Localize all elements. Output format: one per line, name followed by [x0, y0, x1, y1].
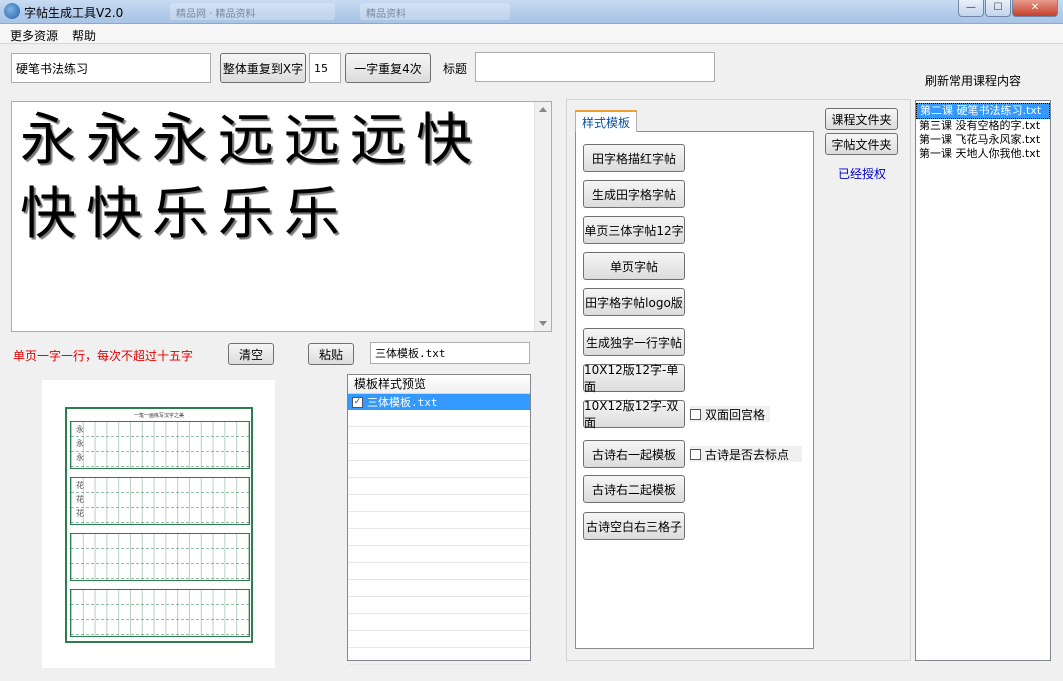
poem-remove-punctuation-label: 古诗是否去标点	[705, 447, 790, 462]
grid-block	[70, 533, 250, 581]
menu-bar: 更多资源 帮助	[0, 24, 1063, 44]
grid-sample-char: 花	[76, 481, 84, 490]
character-editor[interactable]: 永永永远远远快快快乐乐乐	[11, 101, 552, 332]
single-char-line-button[interactable]: 生成独字一行字帖	[583, 328, 685, 356]
generate-tianzige-button[interactable]: 生成田字格字帖	[583, 180, 685, 208]
grid-block: 花 花 花	[70, 477, 250, 525]
single-page-three-style-button[interactable]: 单页三体字帖12字	[583, 216, 685, 244]
authorized-status: 已经授权	[838, 167, 887, 181]
copybook-folder-button[interactable]: 字帖文件夹	[825, 133, 898, 155]
poem-right-two-button[interactable]: 古诗右二起模板	[583, 475, 685, 503]
tianzige-logo-button[interactable]: 田字格字帖logo版	[583, 288, 685, 316]
background-tab-ghost: 精品网 · 精品资料	[170, 3, 335, 20]
template-preview-image: 一笔一画练写汉字之美 永 永 永 花 花 花	[42, 380, 275, 668]
grid-sample-char: 永	[76, 453, 84, 462]
single-page-copybook-button[interactable]: 单页字帖	[583, 252, 685, 280]
list-item[interactable]: 第二课 硬笔书法练习.txt	[916, 103, 1050, 119]
grid-sample-char: 花	[76, 495, 84, 504]
paste-button[interactable]: 粘贴	[308, 343, 354, 365]
checkbox-icon[interactable]	[690, 408, 701, 420]
template-list-header: 模板样式预览	[348, 375, 530, 394]
refresh-courses-label[interactable]: 刷新常用课程内容	[925, 72, 1021, 89]
menu-more-resources[interactable]: 更多资源	[10, 27, 58, 44]
10x12-double-side-button[interactable]: 10X12版12字-双面	[583, 399, 685, 430]
grid-sample-char: 永	[76, 425, 84, 434]
template-style-list[interactable]: 模板样式预览 ✓ 三体模板.txt	[347, 374, 531, 665]
poem-remove-punctuation-checkbox[interactable]: 古诗是否去标点	[690, 446, 802, 462]
background-tab-ghost: 精品资料	[360, 3, 510, 20]
tab-style-template[interactable]: 样式模板	[575, 110, 637, 132]
hint-text: 单页一字一行，每次不超过十五字	[13, 349, 194, 363]
list-item[interactable]: 第三课 没有空格的字.txt	[916, 119, 1050, 133]
heading-label: 标题	[443, 62, 468, 76]
maximize-button[interactable]: ☐	[985, 0, 1011, 17]
repeat-each-button[interactable]: 一字重复4次	[345, 53, 431, 83]
course-folder-button[interactable]: 课程文件夹	[825, 108, 898, 130]
template-list-item[interactable]: ✓ 三体模板.txt	[348, 394, 530, 410]
grid-sample-char: 花	[76, 509, 84, 518]
editor-text: 永永永远远远快快快乐乐乐	[20, 108, 482, 247]
tianzige-trace-button[interactable]: 田字格描红字帖	[583, 144, 685, 172]
minimize-button[interactable]: —	[958, 0, 984, 17]
close-button[interactable]: ✕	[1012, 0, 1058, 17]
heading-input[interactable]	[475, 52, 715, 82]
checkbox-checked-icon[interactable]: ✓	[352, 396, 363, 408]
preview-page-title: 一笔一画练写汉字之美	[133, 413, 184, 419]
list-item[interactable]: 第一课 飞花马永风家.txt	[916, 133, 1050, 147]
title-bar: 字帖生成工具V2.0 精品网 · 精品资料 精品资料 — ☐ ✕	[0, 0, 1063, 24]
10x12-single-side-button[interactable]: 10X12版12字-单面	[583, 363, 685, 394]
grid-block	[70, 589, 250, 637]
repeat-all-button[interactable]: 整体重复到X字	[220, 53, 306, 83]
window-title: 字帖生成工具V2.0	[24, 6, 124, 20]
list-item[interactable]: 第一课 天地人你我他.txt	[916, 147, 1050, 161]
double-huigongge-checkbox[interactable]: 双面回宫格	[690, 406, 770, 422]
grid-block: 永 永 永	[70, 421, 250, 469]
poem-blank-right-three-button[interactable]: 古诗空白右三格子	[583, 512, 685, 540]
double-huigongge-label: 双面回宫格	[705, 407, 766, 422]
scroll-down-icon[interactable]	[539, 321, 547, 326]
preview-page: 一笔一画练写汉字之美 永 永 永 花 花 花	[65, 407, 253, 643]
menu-help[interactable]: 帮助	[72, 27, 96, 44]
clear-button[interactable]: 清空	[228, 343, 274, 365]
app-icon	[4, 3, 20, 19]
course-list[interactable]: 第二课 硬笔书法练习.txt 第三课 没有空格的字.txt 第一课 飞花马永风家…	[915, 100, 1051, 661]
count-input[interactable]: 15	[309, 53, 341, 83]
grid-sample-char: 永	[76, 439, 84, 448]
editor-scrollbar[interactable]	[534, 102, 551, 331]
template-item-label: 三体模板.txt	[367, 396, 438, 409]
template-file-input[interactable]: 三体模板.txt	[370, 342, 530, 364]
poem-right-one-button[interactable]: 古诗右一起模板	[583, 440, 685, 468]
checkbox-icon[interactable]	[690, 448, 701, 460]
scroll-up-icon[interactable]	[539, 107, 547, 112]
title-text-input[interactable]: 硬笔书法练习	[11, 53, 211, 83]
